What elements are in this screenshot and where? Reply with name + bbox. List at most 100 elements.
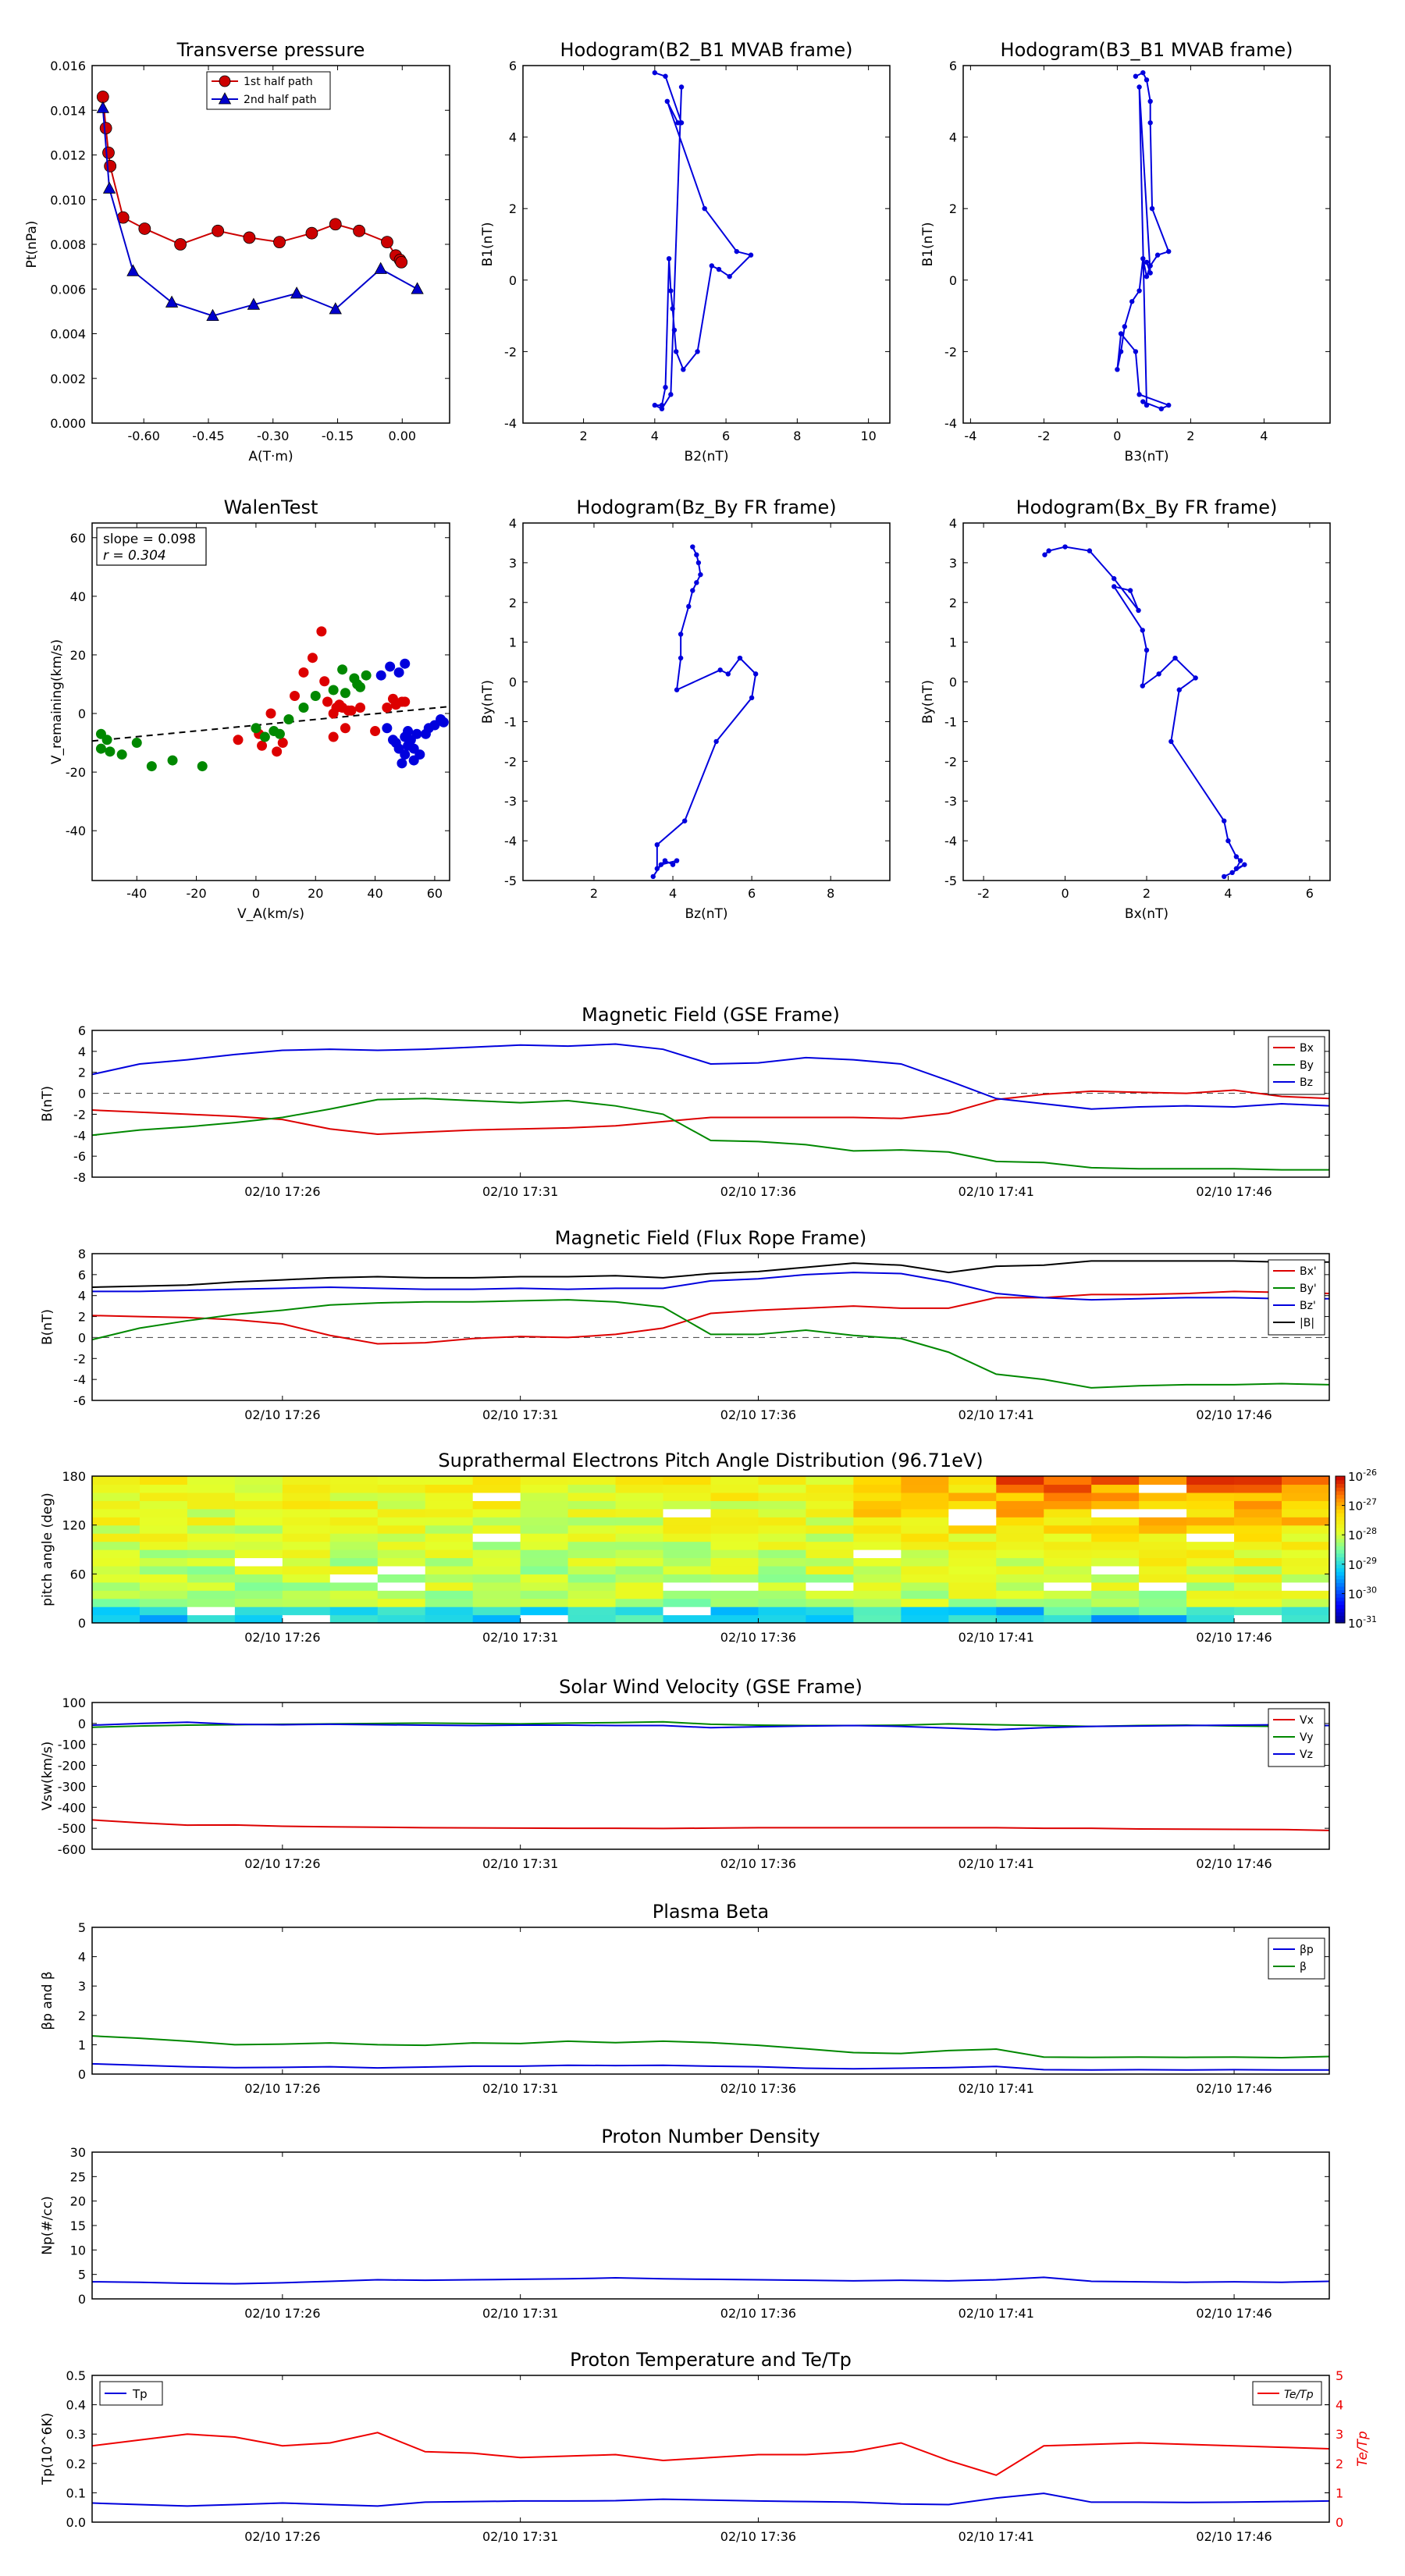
colorbar-exponent: -30 xyxy=(1363,1585,1377,1595)
heatmap-cell xyxy=(996,1582,1044,1591)
colorbar-segment xyxy=(1336,1546,1345,1550)
heatmap-cell xyxy=(425,1598,474,1607)
heatmap-cell xyxy=(996,1606,1044,1616)
heatmap-cell xyxy=(853,1525,902,1534)
heatmap-cell xyxy=(1234,1484,1282,1493)
y-tick-label: 0.010 xyxy=(50,193,86,208)
y-tick-label: 8 xyxy=(78,1247,86,1261)
x-tick-label: 02/10 17:26 xyxy=(244,1630,320,1645)
data-point xyxy=(694,580,699,585)
heatmap-cell xyxy=(1186,1492,1235,1501)
data-point xyxy=(681,367,686,372)
data-point xyxy=(1042,552,1048,557)
heatmap-cell xyxy=(234,1598,283,1607)
heatmap-cell xyxy=(948,1492,997,1501)
data-point xyxy=(1136,607,1141,614)
colorbar-segment xyxy=(1336,1527,1345,1532)
data-point xyxy=(1133,73,1139,79)
heatmap-cell xyxy=(377,1598,426,1607)
y-tick-label: 0 xyxy=(509,675,517,690)
heatmap-cell xyxy=(853,1598,902,1607)
heatmap-cell xyxy=(1186,1574,1235,1583)
y-tick-label: -2 xyxy=(73,1351,86,1366)
data-point xyxy=(1087,548,1093,553)
colorbar-segment xyxy=(1336,1524,1345,1528)
heatmap-cell xyxy=(234,1517,283,1526)
x-tick-label: 02/10 17:46 xyxy=(1196,2529,1272,2544)
heatmap-cell xyxy=(92,1598,140,1607)
x-tick-label: 40 xyxy=(367,886,382,901)
heatmap-cell xyxy=(710,1541,759,1550)
chart-title: Plasma Beta xyxy=(653,1901,769,1923)
heatmap-cell xyxy=(948,1606,997,1616)
heatmap-cell xyxy=(996,1484,1044,1493)
heatmap-cell xyxy=(425,1525,474,1534)
heatmap-cell xyxy=(139,1557,188,1567)
data-point xyxy=(1118,331,1124,336)
data-point xyxy=(662,858,668,863)
heatmap-cell xyxy=(234,1574,283,1583)
y-tick-label: 3 xyxy=(509,556,517,571)
heatmap-cell xyxy=(615,1590,664,1599)
data-point xyxy=(116,749,127,760)
x-tick-label: 02/10 17:41 xyxy=(959,1856,1034,1871)
data-point xyxy=(1158,406,1165,411)
data-point xyxy=(400,696,411,707)
colorbar-segment xyxy=(1336,1578,1345,1583)
heatmap-cell xyxy=(806,1550,854,1559)
heatmap-cell xyxy=(1234,1533,1282,1542)
y-tick-label: 0.2 xyxy=(66,2457,86,2471)
data-point xyxy=(1193,675,1198,681)
legend: Bx By Bz xyxy=(1268,1036,1325,1095)
colorbar-label: 10-26 xyxy=(1348,1468,1377,1484)
x-tick-label: -2 xyxy=(977,886,990,901)
y-tick-label: 4 xyxy=(509,516,517,531)
heatmap-cell xyxy=(329,1614,379,1624)
chart-title: Hodogram(B3_B1 MVAB frame) xyxy=(1001,39,1293,61)
legend: βp β xyxy=(1268,1937,1325,1980)
plot-frame xyxy=(91,2151,1330,2300)
y-tick-label: 0.000 xyxy=(50,416,86,431)
data-point xyxy=(382,703,393,713)
heatmap-cell xyxy=(139,1476,188,1485)
heatmap-cell xyxy=(425,1614,474,1624)
heatmap-cell xyxy=(1282,1541,1330,1550)
h4-panel: Hodogram(Bx_By FR frame) -2 0 2 4 6 -5 -4 -3 -2 -1… xyxy=(920,496,1331,922)
heatmap-cell xyxy=(853,1476,902,1485)
data-point xyxy=(663,73,668,79)
heatmap-cell xyxy=(1234,1557,1282,1567)
heatmap-cell xyxy=(996,1574,1044,1583)
heatmap-cell xyxy=(1044,1614,1092,1624)
heatmap-cell xyxy=(234,1550,283,1559)
heatmap-cell xyxy=(710,1484,759,1493)
heatmap-cell xyxy=(282,1492,331,1501)
colorbar-segment xyxy=(1336,1483,1345,1488)
heatmap-cell xyxy=(425,1557,474,1567)
heatmap-cell xyxy=(1139,1533,1187,1542)
plot-frame xyxy=(962,65,1331,424)
heatmap-cell xyxy=(187,1517,236,1526)
x-tick-label: 02/10 17:46 xyxy=(1196,2306,1272,2321)
heatmap-cell xyxy=(806,1533,854,1542)
heatmap-cell xyxy=(996,1508,1044,1517)
heatmap-cell xyxy=(425,1484,474,1493)
heatmap-cell xyxy=(615,1517,664,1526)
x-tick-label: 02/10 17:46 xyxy=(1196,1856,1272,1871)
heatmap-cell xyxy=(1091,1606,1140,1616)
y-tick-label: 0.3 xyxy=(66,2427,86,2442)
y-tick-label: -3 xyxy=(944,794,957,809)
legend-label: Bz' xyxy=(1300,1300,1316,1312)
heatmap-cell xyxy=(282,1565,331,1574)
heatmap-cell xyxy=(520,1476,569,1485)
heatmap-cell xyxy=(567,1476,617,1485)
x-tick-label: -20 xyxy=(187,886,207,901)
data-point xyxy=(675,120,681,126)
heatmap-cell xyxy=(758,1517,807,1526)
heatmap-cell xyxy=(710,1533,759,1542)
heatmap-cell xyxy=(187,1492,236,1501)
legend-box xyxy=(1268,1937,1325,1980)
heatmap-cell xyxy=(996,1541,1044,1550)
y-tick-label: 0.016 xyxy=(50,59,86,73)
y-tick-label: 2 xyxy=(949,201,957,216)
data-point xyxy=(95,743,106,754)
